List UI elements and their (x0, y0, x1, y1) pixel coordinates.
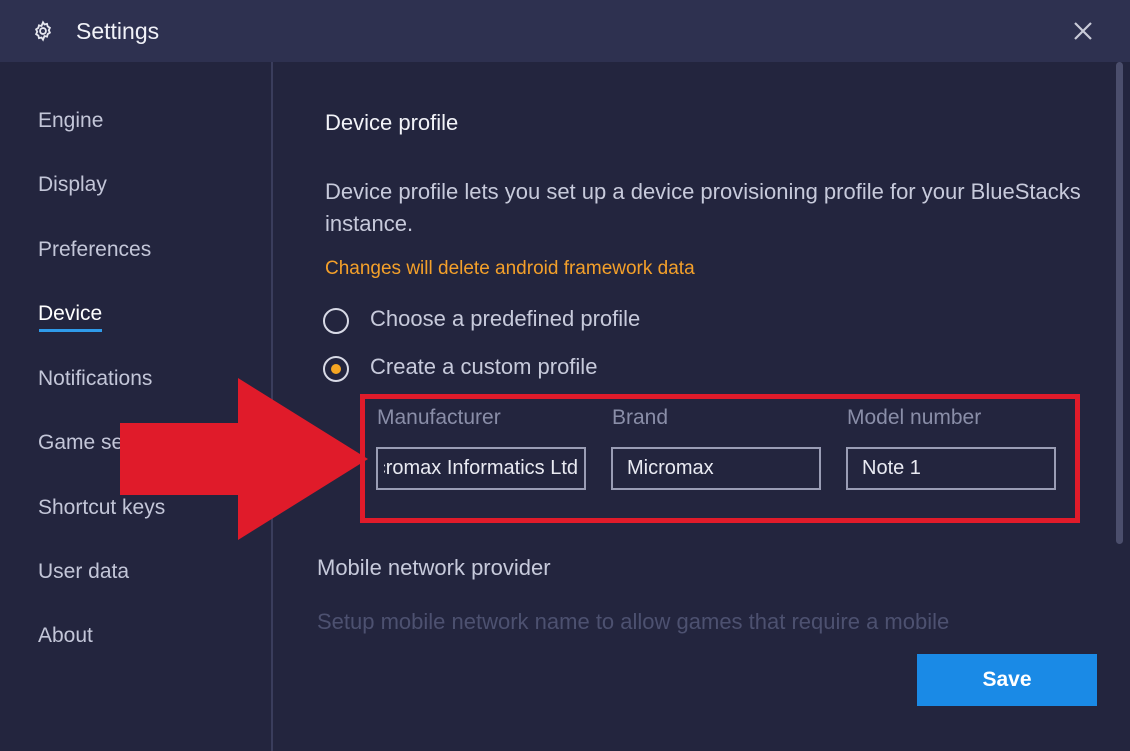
predefined-profile-label: Choose a predefined profile (370, 306, 641, 331)
sidebar-item-user-data[interactable]: User data (38, 560, 129, 584)
red-arrow-icon (120, 378, 368, 540)
title-bar: Settings (0, 0, 1130, 62)
sidebar-item-preferences[interactable]: Preferences (38, 238, 151, 262)
mobile-network-description: Setup mobile network name to allow games… (317, 609, 950, 634)
sidebar-item-about[interactable]: About (38, 624, 93, 648)
predefined-profile-radio[interactable] (323, 308, 349, 334)
sidebar-item-game-settings[interactable]: Game se (38, 431, 123, 455)
save-button[interactable]: Save (917, 654, 1097, 706)
custom-profile-label: Create a custom profile (370, 354, 598, 379)
framework-warning-text: Changes will delete android framework da… (325, 258, 695, 279)
window-title: Settings (76, 18, 160, 44)
device-profile-description: Device profile lets you set up a device … (325, 179, 1081, 236)
mobile-network-title: Mobile network provider (317, 555, 551, 580)
scrollbar-thumb[interactable] (1116, 62, 1123, 544)
content-scrollbar[interactable] (1114, 62, 1126, 751)
device-profile-title: Device profile (325, 110, 459, 135)
sidebar-item-engine[interactable]: Engine (38, 109, 103, 133)
gear-icon (34, 20, 52, 42)
custom-fields-highlight-box (360, 394, 1080, 523)
sidebar-item-device[interactable]: Device (38, 302, 103, 332)
predefined-profile-option[interactable]: Choose a predefined profile (323, 306, 683, 338)
sidebar-item-display[interactable]: Display (38, 173, 107, 197)
close-icon[interactable] (1068, 16, 1098, 46)
custom-profile-option[interactable]: Create a custom profile (323, 354, 643, 386)
